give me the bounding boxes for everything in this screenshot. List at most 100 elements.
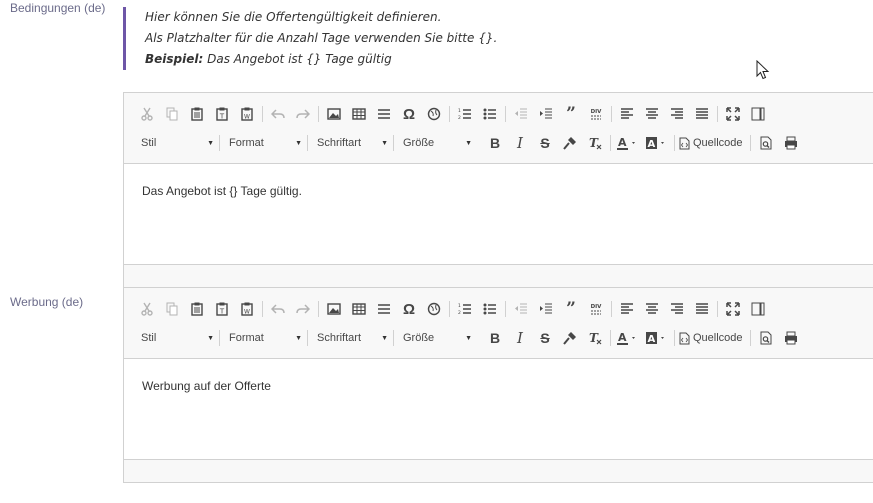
maximize-icon[interactable] (722, 298, 744, 320)
link-icon[interactable] (423, 298, 445, 320)
copy-icon[interactable] (161, 103, 183, 125)
hint-example-text: Das Angebot ist {} Tage gültig (203, 52, 392, 66)
horizontal-rule-icon[interactable] (373, 298, 395, 320)
size-dropdown[interactable]: Größe ▼ (398, 132, 476, 154)
style-dropdown[interactable]: Stil ▼ (136, 132, 218, 154)
align-center-icon[interactable] (641, 103, 663, 125)
indent-icon[interactable] (535, 298, 557, 320)
bulleted-list-icon[interactable] (479, 298, 501, 320)
editor-statusbar (124, 459, 873, 482)
copy-icon[interactable] (161, 298, 183, 320)
text-color-icon[interactable]: A (615, 327, 641, 349)
special-char-icon[interactable]: Ω (398, 103, 420, 125)
special-char-icon[interactable]: Ω (398, 298, 420, 320)
copy-format-icon[interactable] (559, 327, 581, 349)
chevron-down-icon: ▼ (295, 139, 302, 147)
remove-format-icon[interactable]: T (584, 327, 606, 349)
conditions-editor-content[interactable]: Das Angebot ist {} Tage gültig. (124, 164, 873, 264)
toolbar-separator (307, 330, 308, 346)
numbered-list-icon[interactable]: 12 (454, 298, 476, 320)
text-color-icon[interactable]: A (615, 132, 641, 154)
preview-icon[interactable] (755, 132, 777, 154)
div-icon[interactable]: DIV (585, 103, 607, 125)
format-dropdown[interactable]: Format ▼ (224, 132, 306, 154)
toolbar-separator (262, 301, 263, 317)
paste-text-icon[interactable]: T (211, 298, 233, 320)
image-icon[interactable] (323, 103, 345, 125)
table-icon[interactable] (348, 103, 370, 125)
redo-icon[interactable] (292, 298, 314, 320)
maximize-icon[interactable] (722, 103, 744, 125)
style-dropdown-label: Stil (141, 332, 157, 344)
strikethrough-icon[interactable]: S (534, 132, 556, 154)
redo-icon[interactable] (292, 103, 314, 125)
undo-icon[interactable] (267, 103, 289, 125)
toolbar-separator (262, 106, 263, 122)
paste-icon[interactable] (186, 298, 208, 320)
strikethrough-icon[interactable]: S (534, 327, 556, 349)
horizontal-rule-icon[interactable] (373, 103, 395, 125)
align-left-icon[interactable] (616, 298, 638, 320)
numbered-list-icon[interactable]: 12 (454, 103, 476, 125)
paste-word-icon[interactable]: W (236, 103, 258, 125)
italic-icon[interactable]: I (509, 327, 531, 349)
source-button[interactable]: Quellcode (679, 137, 743, 150)
chevron-down-icon: ▼ (465, 334, 472, 342)
align-right-icon[interactable] (666, 103, 688, 125)
paste-word-icon[interactable]: W (236, 298, 258, 320)
toolbar-separator (505, 106, 506, 122)
align-center-icon[interactable] (641, 298, 663, 320)
toolbar-separator (610, 330, 611, 346)
svg-text:W: W (244, 309, 250, 316)
bold-icon[interactable]: B (484, 132, 506, 154)
size-dropdown[interactable]: Größe ▼ (398, 327, 476, 349)
image-icon[interactable] (323, 298, 345, 320)
bold-icon[interactable]: B (484, 327, 506, 349)
link-icon[interactable] (423, 103, 445, 125)
background-color-icon[interactable]: A (644, 327, 670, 349)
blockquote-icon[interactable]: ” (560, 103, 582, 125)
paste-icon[interactable] (186, 103, 208, 125)
outdent-icon[interactable] (510, 103, 532, 125)
toolbar-separator (674, 330, 675, 346)
svg-text:T: T (219, 308, 225, 316)
align-justify-icon[interactable] (691, 298, 713, 320)
advertising-editor-content[interactable]: Werbung auf der Offerte (124, 359, 873, 459)
indent-icon[interactable] (535, 103, 557, 125)
align-justify-icon[interactable] (691, 103, 713, 125)
format-dropdown[interactable]: Format ▼ (224, 327, 306, 349)
chevron-down-icon: ▼ (465, 139, 472, 147)
toolbar-separator (318, 301, 319, 317)
source-button-label: Quellcode (693, 332, 743, 344)
chevron-down-icon: ▼ (381, 334, 388, 342)
toolbar-separator (219, 330, 220, 346)
toolbar-separator (219, 135, 220, 151)
background-color-icon[interactable]: A (644, 132, 670, 154)
undo-icon[interactable] (267, 298, 289, 320)
svg-text:T: T (219, 113, 225, 121)
print-icon[interactable] (780, 132, 802, 154)
font-dropdown-label: Schriftart (317, 137, 362, 149)
print-icon[interactable] (780, 327, 802, 349)
font-dropdown[interactable]: Schriftart ▼ (312, 327, 392, 349)
italic-icon[interactable]: I (509, 132, 531, 154)
blockquote-icon[interactable]: ” (560, 298, 582, 320)
show-blocks-icon[interactable] (747, 298, 769, 320)
cut-icon[interactable] (136, 298, 158, 320)
div-icon[interactable]: DIV (585, 298, 607, 320)
outdent-icon[interactable] (510, 298, 532, 320)
bulleted-list-icon[interactable] (479, 103, 501, 125)
style-dropdown[interactable]: Stil ▼ (136, 327, 218, 349)
advertising-label: Werbung (de) (10, 295, 84, 309)
table-icon[interactable] (348, 298, 370, 320)
align-left-icon[interactable] (616, 103, 638, 125)
align-right-icon[interactable] (666, 298, 688, 320)
preview-icon[interactable] (755, 327, 777, 349)
source-button[interactable]: Quellcode (679, 332, 743, 345)
copy-format-icon[interactable] (559, 132, 581, 154)
font-dropdown[interactable]: Schriftart ▼ (312, 132, 392, 154)
cut-icon[interactable] (136, 103, 158, 125)
show-blocks-icon[interactable] (747, 103, 769, 125)
remove-format-icon[interactable]: T (584, 132, 606, 154)
paste-text-icon[interactable]: T (211, 103, 233, 125)
